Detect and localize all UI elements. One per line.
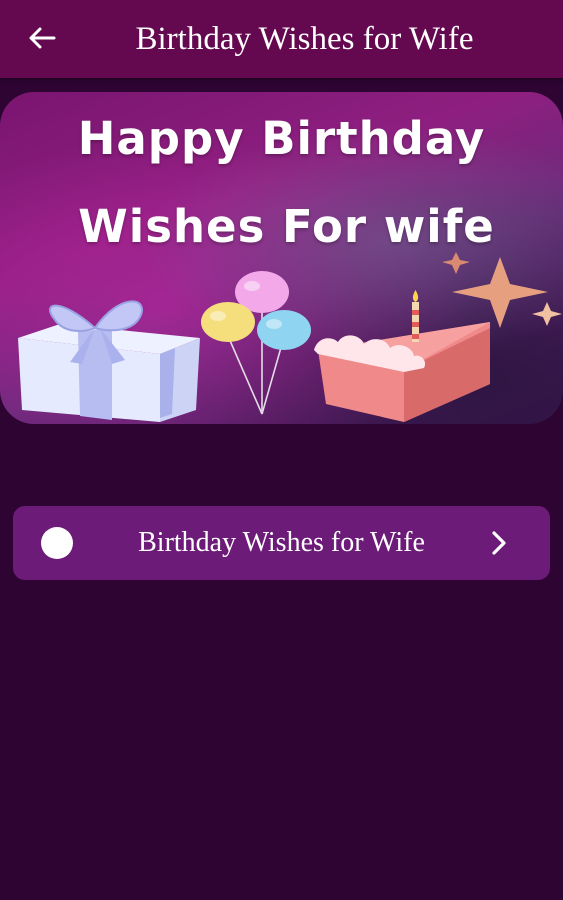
banner-illustration — [18, 252, 562, 422]
app-bar: Birthday Wishes for Wife — [0, 0, 563, 78]
cake-slice-icon — [314, 290, 490, 422]
page-title: Birthday Wishes for Wife — [135, 21, 474, 57]
chevron-right-icon — [492, 531, 506, 555]
list-item-birthday-wishes-for-wife[interactable]: Birthday Wishes for Wife — [13, 506, 550, 580]
balloons-icon — [201, 271, 311, 415]
banner-image: Happy Birthday Wishes For wife — [0, 92, 563, 424]
gift-box-icon — [18, 300, 200, 422]
sparkle-icon — [442, 252, 562, 328]
list-item-label: Birthday Wishes for Wife — [138, 527, 425, 558]
